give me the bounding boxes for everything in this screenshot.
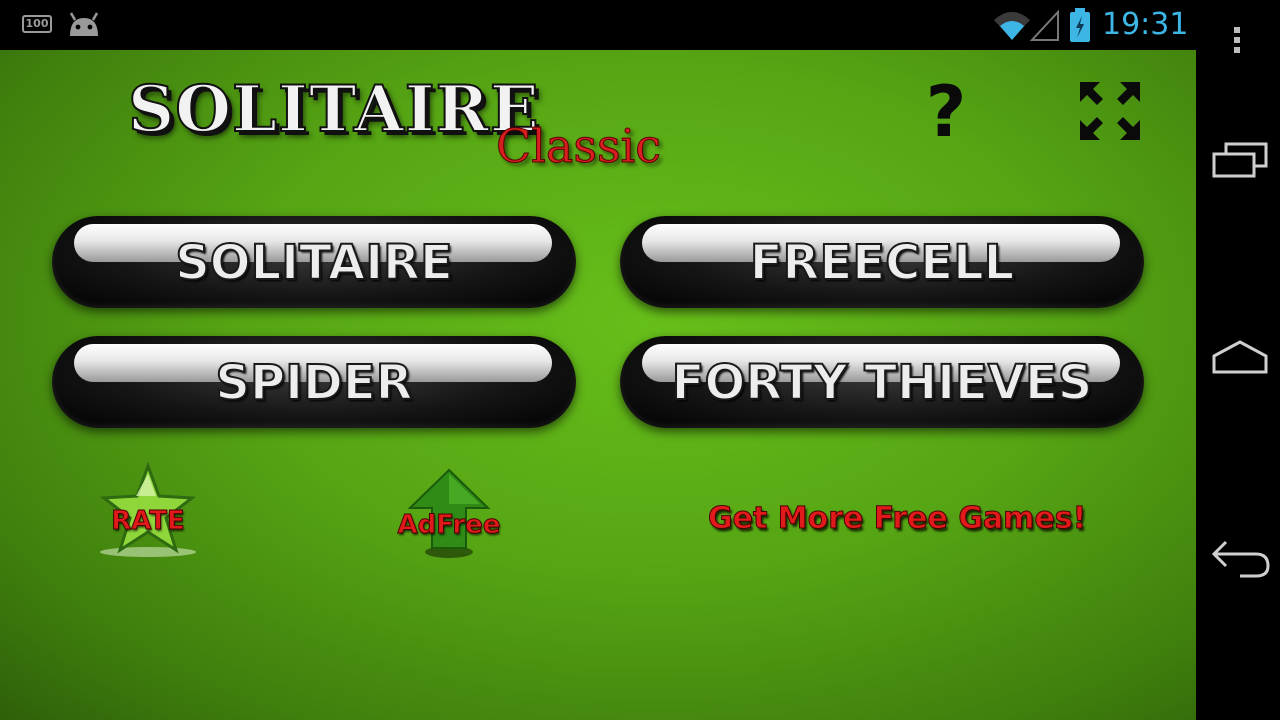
spider-game-button[interactable]: SPIDER xyxy=(52,336,576,428)
freecell-game-button[interactable]: FREECELL xyxy=(620,216,1144,308)
android-debug-icon xyxy=(69,12,99,36)
game-menu-area: SOLITAIRE Classic ? SOLITAIRE FREECELL S… xyxy=(0,50,1196,720)
home-icon[interactable] xyxy=(1210,338,1270,378)
menu-icon[interactable] xyxy=(1232,25,1242,55)
forty-thieves-game-button[interactable]: FORTY THIEVES xyxy=(620,336,1144,428)
adfree-label: AdFree xyxy=(397,510,501,541)
solitaire-game-button[interactable]: SOLITAIRE xyxy=(52,216,576,308)
rate-label: RATE xyxy=(111,506,186,537)
solitaire-game-label: SOLITAIRE xyxy=(174,235,454,291)
more-games-button[interactable]: Get More Free Games! xyxy=(708,496,1087,542)
back-icon[interactable] xyxy=(1210,536,1272,580)
adfree-button[interactable]: AdFree xyxy=(394,464,504,564)
status-clock: 19:31 xyxy=(1102,7,1189,42)
battery-percent-text: 100 xyxy=(25,17,49,30)
status-bar: 100 19:31 xyxy=(0,0,1280,50)
battery-percent-icon: 100 xyxy=(22,15,52,33)
rate-button[interactable]: RATE xyxy=(96,462,200,562)
help-button[interactable]: ? xyxy=(918,74,974,150)
forty-thieves-game-label: FORTY THIEVES xyxy=(671,355,1094,411)
freecell-game-label: FREECELL xyxy=(749,235,1016,291)
signal-icon xyxy=(1030,10,1059,41)
spider-game-label: SPIDER xyxy=(214,355,413,411)
recent-apps-icon[interactable] xyxy=(1210,140,1270,180)
logo-title: SOLITAIRE xyxy=(127,71,540,148)
wifi-icon xyxy=(994,12,1030,40)
battery-charging-icon xyxy=(1070,8,1090,42)
navigation-bar xyxy=(1196,0,1280,720)
logo-subtitle: Classic xyxy=(495,119,662,174)
fullscreen-icon[interactable] xyxy=(1078,80,1142,142)
